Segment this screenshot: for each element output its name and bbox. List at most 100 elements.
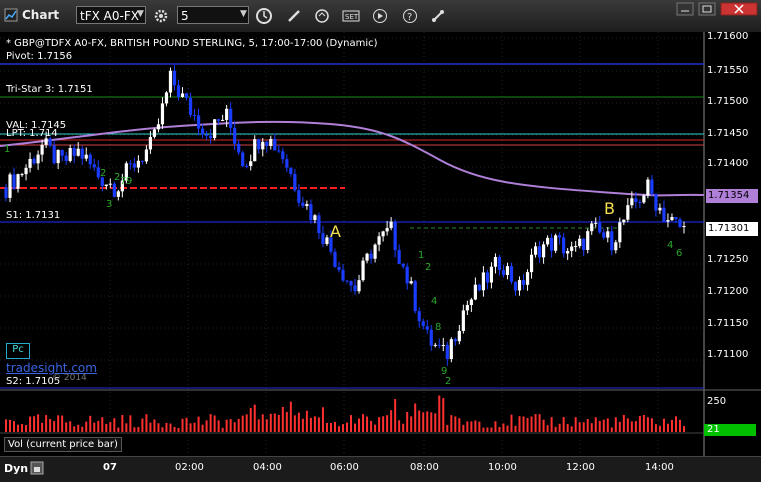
candle-body	[678, 219, 682, 227]
candle-body	[56, 149, 60, 164]
instrument-header: * GBP@TDFX A0-FX, BRITISH POUND STERLING…	[6, 38, 378, 49]
count-label: 2	[425, 262, 432, 273]
candle-body	[160, 103, 165, 125]
dyn-label[interactable]: Dyn	[4, 462, 28, 475]
candle-body	[273, 138, 277, 151]
volume-bar	[85, 421, 88, 432]
candle-body	[598, 222, 602, 233]
candle-body	[357, 280, 361, 292]
interval-dropdown-icon[interactable]: ▼	[240, 9, 247, 19]
price-chart[interactable]	[0, 32, 761, 481]
candle-body	[473, 284, 477, 300]
candle-body	[36, 154, 40, 164]
volume-bar	[402, 423, 405, 432]
volume-bar	[241, 415, 244, 432]
volume-bar	[253, 404, 256, 432]
close-icon[interactable]	[720, 2, 758, 16]
candle-body	[64, 155, 68, 161]
volume-bar	[590, 423, 593, 432]
y-tick: 1.71200	[707, 286, 749, 297]
volume-bar	[498, 427, 501, 432]
play-icon[interactable]	[370, 6, 390, 26]
volume-bar	[362, 414, 365, 432]
settings-gear-icon[interactable]	[151, 6, 171, 26]
volume-bar	[153, 419, 156, 432]
candle-body	[152, 129, 157, 137]
volume-bar	[229, 419, 232, 432]
candle-body	[509, 266, 514, 282]
candle-body	[88, 154, 92, 165]
volume-bar	[237, 418, 240, 432]
candle-body	[562, 237, 566, 254]
volume-bar	[133, 427, 136, 432]
y-tick: 1.71450	[707, 128, 749, 139]
minimize-icon[interactable]	[676, 2, 694, 16]
candle-body	[517, 280, 522, 291]
pc-button[interactable]: Pc	[6, 343, 30, 359]
candle-body	[180, 93, 185, 97]
x-tick: 10:00	[488, 462, 517, 473]
symbol-input[interactable]: tFX A0-FX	[76, 6, 146, 24]
volume-bar	[301, 418, 304, 432]
volume-bar	[550, 417, 553, 432]
candle-body	[172, 70, 177, 86]
candle-body	[477, 284, 481, 291]
candle-body	[217, 119, 221, 121]
x-tick: 12:00	[566, 462, 595, 473]
volume-bar	[374, 424, 377, 432]
volume-bar	[73, 426, 76, 432]
interval-input[interactable]: 5	[177, 6, 249, 24]
volume-bar	[614, 417, 617, 432]
annotation-a: A	[330, 222, 341, 241]
help-icon[interactable]: ?	[400, 6, 420, 26]
volume-bar	[249, 408, 252, 432]
volume-bar	[346, 422, 349, 432]
volume-bar	[101, 417, 104, 432]
candle-body	[469, 299, 473, 306]
volume-bar	[594, 417, 597, 432]
pencil-draw-icon[interactable]	[284, 6, 304, 26]
count-label: 3	[106, 199, 113, 210]
candle-body	[209, 135, 213, 138]
candle-body	[658, 207, 662, 211]
candle-body	[493, 256, 498, 267]
candle-body	[485, 272, 490, 283]
candle-body	[289, 167, 293, 174]
clock-icon[interactable]	[254, 6, 274, 26]
volume-bar	[233, 422, 236, 432]
count-label: 4	[667, 240, 674, 251]
volume-bar	[510, 414, 513, 432]
s1-label: S1: 1.7131	[6, 210, 61, 221]
volume-bar	[490, 427, 493, 432]
lock-icon[interactable]	[30, 461, 44, 475]
volume-bar	[117, 427, 120, 432]
x-tick: 07	[103, 462, 117, 473]
indicator-icon[interactable]: SET	[341, 6, 361, 26]
candle-body	[229, 108, 233, 128]
candle-body	[441, 344, 445, 346]
refresh-icon[interactable]	[312, 6, 332, 26]
y-tick: 1.71500	[707, 96, 749, 107]
candle-body	[369, 253, 373, 259]
volume-bar	[149, 422, 152, 432]
volume-bar	[438, 395, 441, 432]
candle-body	[558, 235, 562, 238]
volume-bar	[333, 421, 336, 432]
volume-bar	[390, 410, 393, 432]
volume-bar	[197, 416, 200, 432]
volume-bar	[137, 427, 140, 432]
volume-bar	[145, 414, 148, 432]
link-icon[interactable]	[428, 6, 448, 26]
volume-bar	[506, 425, 509, 432]
maximize-icon[interactable]	[698, 2, 716, 16]
volume-bar	[189, 423, 192, 432]
candle-body	[638, 202, 642, 204]
candle-body	[537, 246, 542, 258]
candle-body	[397, 250, 401, 264]
x-tick: 06:00	[330, 462, 359, 473]
volume-bar	[386, 415, 389, 432]
copyright-text: © 2014	[52, 373, 87, 383]
candle-body	[184, 93, 189, 98]
symbol-dropdown-icon[interactable]: ▼	[137, 9, 144, 19]
volume-bar	[578, 422, 581, 432]
